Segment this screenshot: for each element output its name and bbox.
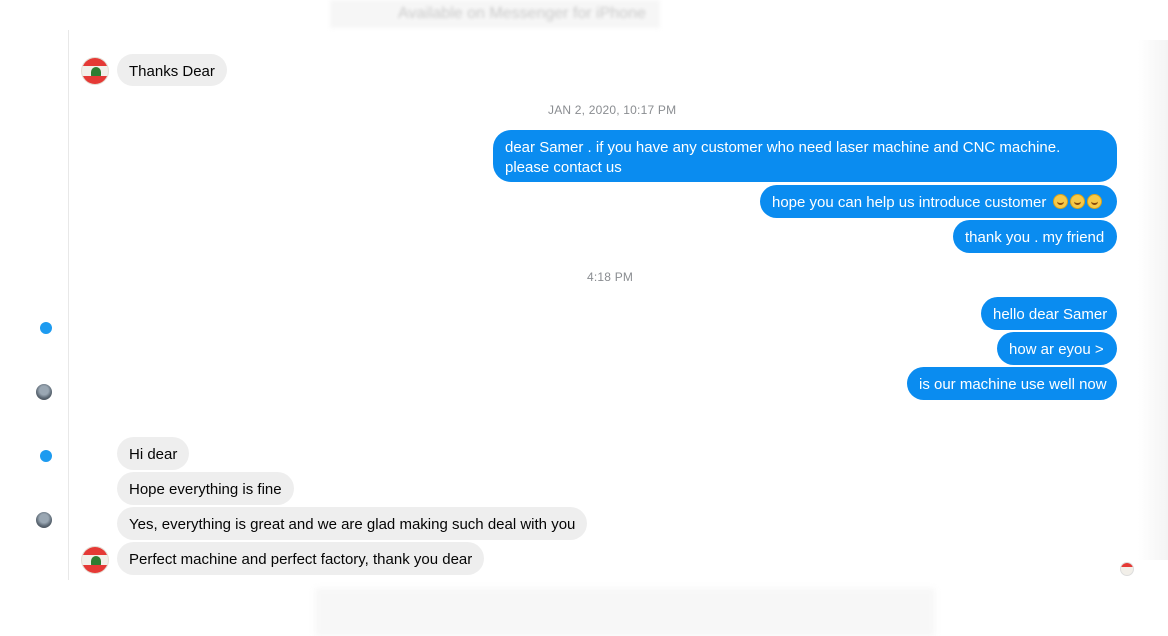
message-text: hello dear Samer (993, 306, 1108, 323)
message-bubble-outgoing[interactable]: how ar eyou > (997, 332, 1117, 365)
info-panel (1138, 40, 1168, 560)
unread-dot (40, 450, 52, 462)
conversation-list-sidebar (0, 0, 68, 636)
avatar[interactable] (81, 57, 109, 85)
message-bubble-outgoing[interactable]: hello dear Samer (981, 297, 1117, 330)
message-text: dear Samer . if you have any customer wh… (505, 139, 1061, 176)
message-text: Yes, everything is great and we are glad… (129, 516, 576, 533)
message-text: thank you . my friend (965, 229, 1105, 246)
message-bubble-incoming[interactable]: Thanks Dear (117, 54, 227, 86)
message-bubble-outgoing[interactable]: hope you can help us introduce customer (760, 185, 1117, 218)
unread-dot (40, 322, 52, 334)
message-text: hope you can help us introduce customer (772, 194, 1047, 211)
smiling-face-icon (1052, 194, 1068, 209)
message-bubble-outgoing[interactable]: is our machine use well now (907, 367, 1117, 400)
composer-bar (315, 588, 935, 636)
message-text: Hi dear (129, 446, 178, 463)
message-bubble-outgoing[interactable]: dear Samer . if you have any customer wh… (493, 130, 1117, 182)
message-text: Hope everything is fine (129, 481, 282, 498)
message-text: Thanks Dear (129, 63, 215, 80)
message-bubble-incoming[interactable]: Yes, everything is great and we are glad… (117, 507, 588, 540)
message-bubble-incoming[interactable]: Hi dear (117, 437, 190, 470)
message-bubble-incoming[interactable]: Hope everything is fine (117, 472, 294, 505)
smiling-face-icon (1086, 194, 1102, 209)
message-bubble-incoming[interactable]: Perfect machine and perfect factory, tha… (117, 542, 485, 575)
message-text: Perfect machine and perfect factory, tha… (129, 551, 473, 568)
avatar[interactable] (36, 384, 52, 400)
header-hint: Available on Messenger for iPhone (398, 5, 646, 22)
avatar[interactable] (36, 512, 52, 528)
message-timestamp: JAN 2, 2020, 10:17 PM (548, 103, 677, 117)
message-bubble-outgoing[interactable]: thank you . my friend (953, 220, 1117, 253)
message-text: how ar eyou > (1009, 341, 1104, 358)
sidebar-divider (68, 30, 69, 580)
smiling-face-icon (1069, 194, 1085, 209)
message-timestamp: 4:18 PM (587, 270, 634, 284)
avatar[interactable] (81, 546, 109, 574)
message-text: is our machine use well now (919, 376, 1107, 393)
read-receipt-avatar (1120, 562, 1134, 576)
